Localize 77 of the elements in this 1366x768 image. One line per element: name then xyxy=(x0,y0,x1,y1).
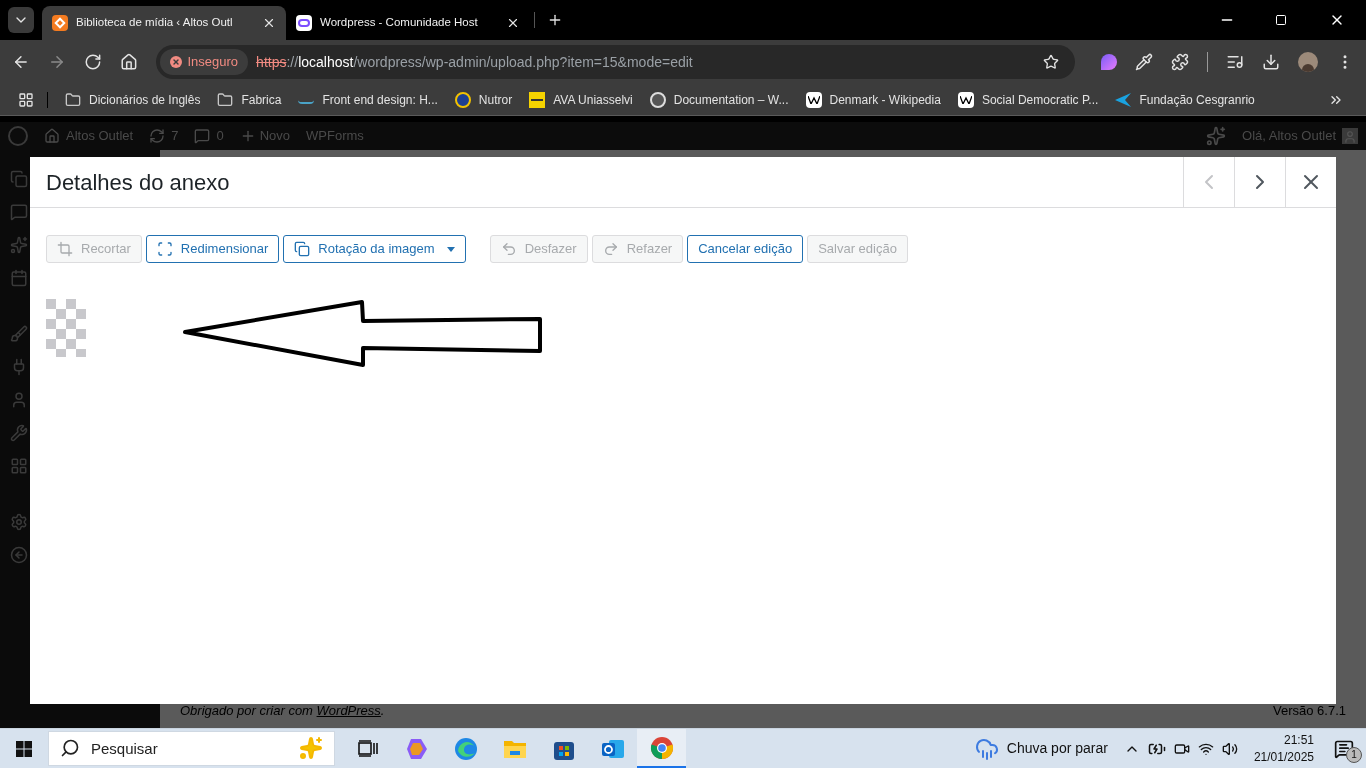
wikipedia-icon xyxy=(957,91,974,108)
tab-title: Wordpress - Comunidade Host xyxy=(320,15,479,31)
windows-icon[interactable] xyxy=(16,740,32,757)
cloud-icon xyxy=(296,15,312,31)
wordpress-link[interactable]: WordPress xyxy=(316,702,381,718)
security-chip[interactable]: Inseguro xyxy=(159,49,249,75)
eyedropper-icon[interactable] xyxy=(1135,53,1153,71)
clock[interactable]: 21:51 21/01/2025 xyxy=(1245,731,1322,766)
outlook-icon xyxy=(600,737,625,760)
toolbar-button[interactable]: Rotação da imagem xyxy=(283,235,466,263)
wikipedia-icon xyxy=(805,91,822,108)
rotate-icon xyxy=(294,241,311,257)
notification-badge: 1 xyxy=(1346,746,1362,763)
time-text: 21:51 xyxy=(1283,731,1314,749)
bookmark[interactable]: Front end design: H... xyxy=(298,90,438,109)
folder-icon xyxy=(217,91,234,108)
bookmark[interactable]: AVA Uniasselvi xyxy=(529,90,633,109)
transparent-image-thumbnail xyxy=(46,299,86,357)
weather-text[interactable]: Chuva por parar xyxy=(1006,738,1108,759)
profile-avatar[interactable] xyxy=(1298,52,1318,72)
search-icon xyxy=(60,738,80,758)
edge-icon xyxy=(453,736,478,761)
modal-title: Detalhes do anexo xyxy=(45,168,231,197)
volume-icon[interactable] xyxy=(1221,740,1238,757)
resize-icon xyxy=(156,241,173,257)
browser-tab[interactable]: Biblioteca de mídia ‹ Altos Outl xyxy=(42,6,286,40)
address-bar[interactable]: Inseguro https://localhost/wordpress/wp-admin/upload.php?item=15&mode=edit xyxy=(155,45,1075,79)
browser-tab[interactable]: Wordpress - Comunidade Host xyxy=(286,6,530,40)
restore-icon[interactable] xyxy=(1275,14,1287,26)
redo-icon xyxy=(602,241,619,257)
taskbar-app[interactable] xyxy=(637,729,686,768)
bookmark[interactable]: Documentation – W... xyxy=(649,90,789,109)
refresh-icon xyxy=(149,128,166,144)
home-icon[interactable] xyxy=(119,53,138,71)
new-tab-icon[interactable] xyxy=(547,12,563,28)
toolbar-button[interactable]: Redimensionar xyxy=(145,235,280,263)
bookmark[interactable]: Social Democratic P... xyxy=(957,90,1099,109)
back-icon[interactable] xyxy=(12,53,30,71)
extensions-icon[interactable] xyxy=(1171,53,1189,71)
user-icon xyxy=(1342,128,1358,144)
xampp-icon xyxy=(52,15,68,31)
rain-cloud-icon xyxy=(974,736,999,761)
bookmark-star-icon[interactable] xyxy=(1043,54,1059,70)
date-text: 21/01/2025 xyxy=(1253,748,1314,766)
download-icon[interactable] xyxy=(1262,53,1280,71)
bookmark[interactable]: Fabrica xyxy=(217,90,282,109)
footer-text: Obrigado por criar com WordPress. xyxy=(180,701,385,720)
undo-icon xyxy=(500,241,517,257)
tab-title: Biblioteca de mídia ‹ Altos Outl xyxy=(76,15,234,31)
comment-icon xyxy=(194,128,211,144)
chrome-icon xyxy=(649,735,674,760)
bookmark[interactable]: Fundação Cesgranrio xyxy=(1115,90,1255,109)
bookmark[interactable]: Nutror xyxy=(454,90,513,109)
home-icon xyxy=(44,128,60,144)
notification-icon[interactable] xyxy=(1334,738,1354,759)
sparkle-icon xyxy=(299,736,323,760)
toolbar-button[interactable]: Cancelar edição xyxy=(687,235,804,263)
tab-search-button[interactable] xyxy=(8,7,34,33)
crop-icon xyxy=(57,241,73,257)
extension-icon[interactable] xyxy=(1101,54,1117,70)
search-field[interactable]: Pesquisar xyxy=(48,731,335,766)
task-view-icon xyxy=(357,739,378,758)
url-text: https://localhost/wordpress/wp-admin/upload.php?item=15&mode=edit xyxy=(256,52,694,72)
close-icon[interactable] xyxy=(262,16,276,30)
square-icon xyxy=(529,91,546,108)
bookmark[interactable]: Denmark - Wikipedia xyxy=(805,90,941,109)
folder-icon xyxy=(65,91,81,108)
warning-icon xyxy=(169,56,182,68)
bookmark[interactable]: Dicionários de Inglês xyxy=(65,90,201,109)
version-text: Versão 6.7.1 xyxy=(1273,701,1346,720)
reload-icon[interactable] xyxy=(83,53,102,71)
apps-icon[interactable] xyxy=(18,91,34,108)
folder-icon xyxy=(502,738,527,759)
caret-icon xyxy=(446,246,455,252)
arrow-icon xyxy=(1115,92,1132,107)
close-icon[interactable] xyxy=(506,16,520,30)
media-icon[interactable] xyxy=(1226,53,1244,71)
